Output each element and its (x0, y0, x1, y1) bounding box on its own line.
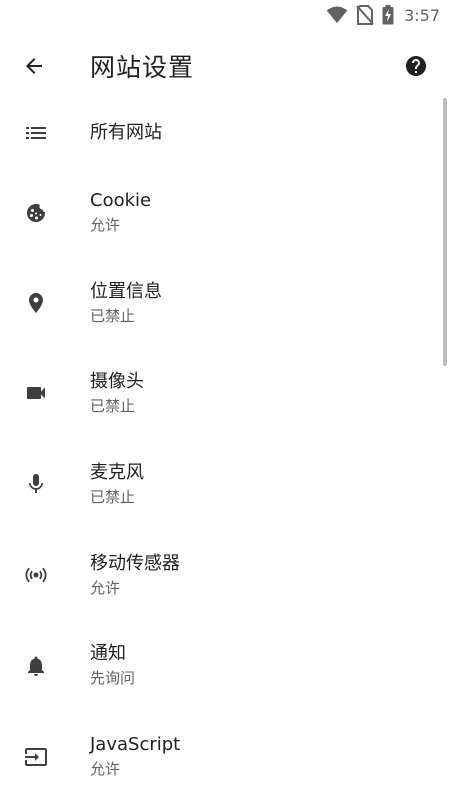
settings-item-status: 已禁止 (90, 488, 136, 506)
settings-item-microphone[interactable]: 麦克风 已禁止 (0, 454, 450, 544)
settings-item-status: 先询问 (90, 669, 136, 687)
status-time: 3:57 (404, 5, 440, 25)
wifi-icon (326, 6, 348, 24)
help-icon (404, 54, 428, 78)
settings-item-camera[interactable]: 摄像头 已禁止 (0, 363, 450, 453)
site-settings-screen: 3:57 网站设置 所有网站 Cookie 允许 位置信息 已禁止 摄像头 已禁… (0, 0, 450, 800)
settings-item-title: JavaScript (90, 734, 181, 755)
javascript-icon (22, 743, 50, 771)
settings-item-all-sites[interactable]: 所有网站 (0, 102, 450, 192)
sensors-icon (22, 561, 50, 589)
settings-item-title: 移动传感器 (90, 553, 180, 574)
settings-item-status: 已禁止 (90, 307, 136, 325)
no-sim-icon (356, 5, 374, 25)
page-title: 网站设置 (90, 53, 195, 82)
settings-item-status: 允许 (90, 216, 121, 234)
settings-item-title: 位置信息 (90, 281, 162, 302)
battery-charging-icon (382, 5, 394, 25)
app-bar: 网站设置 (0, 30, 450, 102)
settings-item-title: 所有网站 (90, 122, 162, 143)
settings-item-javascript[interactable]: JavaScript 允许 (0, 726, 450, 800)
settings-item-cookie[interactable]: Cookie 允许 (0, 182, 450, 272)
location-pin-icon (22, 289, 50, 317)
settings-item-status: 允许 (90, 579, 121, 597)
settings-item-status: 已禁止 (90, 397, 136, 415)
settings-item-title: 通知 (90, 643, 126, 664)
help-button[interactable] (396, 46, 436, 86)
settings-item-title: 麦克风 (90, 462, 144, 483)
settings-item-notifications[interactable]: 通知 先询问 (0, 635, 450, 725)
status-bar: 3:57 (0, 0, 450, 30)
list-icon (22, 119, 50, 147)
arrow-back-icon (22, 54, 46, 78)
settings-item-title: Cookie (90, 190, 152, 211)
bell-icon (22, 652, 50, 680)
cookie-icon (22, 199, 50, 227)
settings-item-motion-sensors[interactable]: 移动传感器 允许 (0, 545, 450, 635)
back-button[interactable] (14, 46, 54, 86)
settings-item-location[interactable]: 位置信息 已禁止 (0, 273, 450, 363)
microphone-icon (22, 470, 50, 498)
videocam-icon (22, 379, 50, 407)
settings-item-status: 允许 (90, 760, 121, 778)
settings-item-title: 摄像头 (90, 371, 144, 392)
